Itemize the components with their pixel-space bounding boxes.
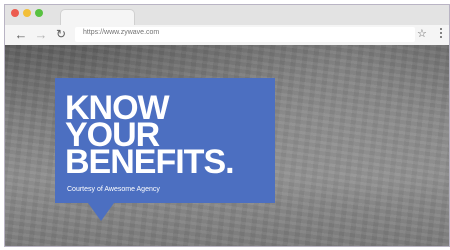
tab-strip — [5, 5, 449, 27]
arrow-right-icon[interactable]: → — [34, 27, 48, 41]
window-controls — [11, 9, 43, 17]
star-icon[interactable]: ☆ — [417, 27, 427, 40]
maximize-window-button[interactable] — [35, 9, 43, 17]
browser-window: ← → ↻ https://www.zywave.com ☆ KNOW YOUR… — [4, 4, 450, 247]
arrow-left-icon[interactable]: ← — [14, 27, 28, 41]
screenshot-frame: ← → ↻ https://www.zywave.com ☆ KNOW YOUR… — [0, 0, 450, 250]
hero-banner: KNOW YOUR BENEFITS. Courtesy of Awesome … — [55, 78, 275, 203]
headline-line-3: BENEFITS. — [65, 143, 235, 181]
address-bar-url: https://www.zywave.com — [83, 29, 160, 36]
close-window-button[interactable] — [11, 9, 19, 17]
browser-toolbar: ← → ↻ https://www.zywave.com ☆ — [5, 25, 449, 46]
minimize-window-button[interactable] — [23, 9, 31, 17]
page-content: KNOW YOUR BENEFITS. Courtesy of Awesome … — [5, 45, 449, 246]
courtesy-text: Courtesy of Awesome Agency — [67, 186, 160, 193]
hero-headline: KNOW YOUR BENEFITS. — [65, 91, 235, 181]
reload-icon[interactable]: ↻ — [54, 27, 68, 41]
kebab-menu-icon[interactable] — [439, 28, 443, 40]
address-bar[interactable]: https://www.zywave.com — [75, 27, 415, 42]
banner-pointer — [88, 203, 114, 221]
